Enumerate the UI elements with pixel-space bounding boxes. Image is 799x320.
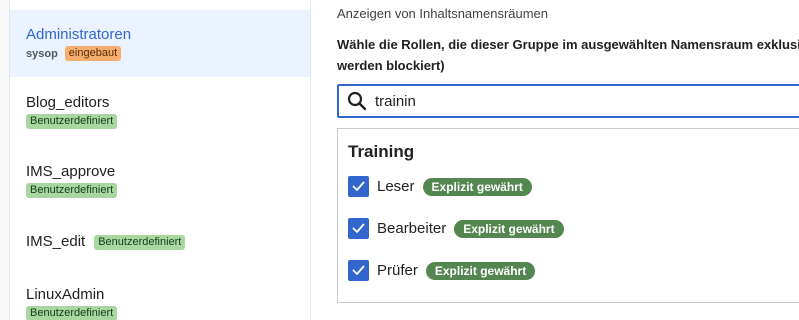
group-meta: Benutzerdefiniert — [26, 306, 310, 320]
role-row-pruefer: Prüfer Explizit gewährt — [348, 260, 536, 281]
group-item-ims-edit[interactable]: IMS_edit Benutzerdefiniert — [10, 233, 310, 251]
role-search-input[interactable] — [375, 87, 675, 115]
search-results-panel: Training Leser Explizit gewährt Bearbeit… — [337, 128, 799, 303]
group-sub-label: sysop — [26, 47, 58, 60]
group-name: Blog_editors — [26, 94, 110, 111]
role-label: Bearbeiter — [377, 220, 447, 237]
namespace-group-title: Training — [348, 142, 415, 161]
custom-badge: Benutzerdefiniert — [26, 306, 118, 320]
role-instruction: Wähle die Rollen, die dieser Gruppe im a… — [337, 37, 799, 73]
namespace-roles-panel: Anzeigen von Inhaltsnamensräumen Wähle d… — [312, 0, 799, 320]
group-name: IMS_edit — [26, 233, 86, 250]
group-item-ims-approve[interactable]: IMS_approve Benutzerdefiniert — [10, 163, 310, 198]
role-checkbox[interactable] — [348, 260, 369, 281]
group-item-administratoren[interactable]: Administratoren sysop eingebaut — [10, 10, 310, 77]
left-edge-panel — [0, 0, 10, 320]
search-icon — [339, 86, 375, 116]
role-label: Leser — [377, 178, 415, 195]
check-icon — [352, 265, 365, 275]
group-name: Administratoren — [26, 26, 132, 43]
role-label: Prüfer — [377, 262, 418, 279]
builtin-badge: eingebaut — [64, 46, 122, 61]
granted-badge: Explizit gewährt — [454, 219, 564, 238]
group-list-sidebar: Administratoren sysop eingebaut Blog_edi… — [10, 0, 311, 320]
group-meta: Benutzerdefiniert — [26, 114, 310, 129]
role-search-box[interactable] — [337, 84, 799, 118]
group-name: LinuxAdmin — [26, 286, 105, 303]
group-meta: sysop eingebaut — [26, 46, 310, 61]
role-row-bearbeiter: Bearbeiter Explizit gewährt — [348, 218, 564, 239]
custom-badge: Benutzerdefiniert — [26, 114, 118, 129]
group-meta: Benutzerdefiniert — [26, 183, 310, 198]
role-row-leser: Leser Explizit gewährt — [348, 176, 532, 197]
group-item-linuxadmin[interactable]: LinuxAdmin Benutzerdefiniert — [10, 286, 310, 320]
check-icon — [352, 223, 365, 233]
custom-badge: Benutzerdefiniert — [94, 234, 186, 250]
role-checkbox[interactable] — [348, 218, 369, 239]
check-icon — [352, 181, 365, 191]
role-checkbox[interactable] — [348, 176, 369, 197]
custom-badge: Benutzerdefiniert — [26, 183, 118, 198]
granted-badge: Explizit gewährt — [422, 177, 532, 196]
group-item-blog-editors[interactable]: Blog_editors Benutzerdefiniert — [10, 94, 310, 129]
group-name: IMS_approve — [26, 163, 116, 180]
namespace-label: Anzeigen von Inhaltsnamensräumen — [337, 6, 549, 21]
granted-badge: Explizit gewährt — [425, 261, 536, 280]
